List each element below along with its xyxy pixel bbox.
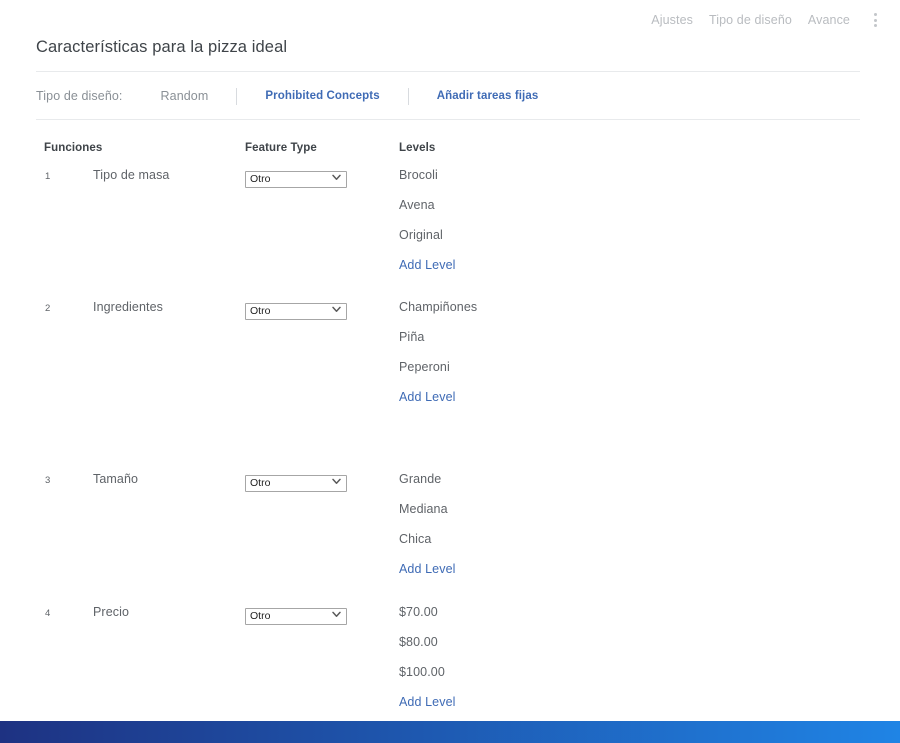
level-item: Champiñones [399,300,478,314]
table-row: 1 Tipo de masa Otro Brocoli Avena Original Add… [0,168,900,288]
kebab-dot [873,13,877,17]
prohibited-concepts-button[interactable]: Prohibited Concepts [265,90,379,102]
levels-list: Champiñones Piña Peperoni Add Level [399,300,477,420]
row-number: 2 [45,303,51,314]
levels-list: $70.00 $80.00 $100.00 Add Level [399,605,456,725]
level-item: $100.00 [399,665,445,679]
feature-type-select-wrapper: Otro [245,301,347,320]
topbar-link-avance[interactable]: Avance [808,13,850,27]
add-level-link[interactable]: Add Level [399,562,456,592]
row-number: 3 [45,475,51,486]
level-item: Brocoli [399,168,438,182]
top-utility-bar: Ajustes Tipo de diseño Avance [0,0,900,40]
feature-type-select[interactable]: Otro [245,171,347,188]
feature-name: Ingredientes [93,300,163,314]
table-row: 2 Ingredientes Otro Champiñones Piña Peperoni… [0,300,900,420]
bottom-accent-bar [0,721,900,743]
feature-name: Tipo de masa [93,168,170,182]
design-type-value[interactable]: Random [161,89,209,103]
row-number: 4 [45,608,51,619]
level-item: Grande [399,472,442,486]
level-item: Piña [399,330,425,344]
feature-name: Precio [93,605,130,619]
topbar-link-tipo-de-diseno[interactable]: Tipo de diseño [709,13,792,27]
design-toolbar: Tipo de diseño: Random Prohibited Concep… [36,86,538,106]
divider-bottom [36,119,860,120]
feature-type-select-wrapper: Otro [245,169,347,188]
table-row: 4 Precio Otro $70.00 $80.00 $100.00 Add Level [0,605,900,725]
design-type-label: Tipo de diseño: [36,89,123,103]
add-fixed-tasks-button[interactable]: Añadir tareas fijas [437,90,539,102]
level-item: Chica [399,532,432,546]
kebab-menu-icon[interactable] [868,11,882,29]
level-item: Peperoni [399,360,450,374]
level-item: $80.00 [399,635,438,649]
kebab-dot [873,23,877,27]
column-header-functions: Funciones [44,142,103,154]
row-number: 1 [45,171,51,182]
feature-type-select-wrapper: Otro [245,606,347,625]
level-item: Original [399,228,443,242]
level-item: $70.00 [399,605,438,619]
add-level-link[interactable]: Add Level [399,258,456,288]
divider-top [36,71,860,72]
levels-list: Grande Mediana Chica Add Level [399,472,456,592]
toolbar-separator [407,87,409,105]
column-header-levels: Levels [399,142,436,154]
levels-list: Brocoli Avena Original Add Level [399,168,456,288]
feature-type-select-wrapper: Otro [245,473,347,492]
table-row: 3 Tamaño Otro Grande Mediana Chica Add Level [0,472,900,592]
add-level-link[interactable]: Add Level [399,390,477,420]
feature-type-select[interactable]: Otro [245,475,347,492]
table-column-headers: Funciones Feature Type Levels [0,142,900,158]
feature-type-select[interactable]: Otro [245,608,347,625]
level-item: Avena [399,198,435,212]
toolbar-separator [236,87,238,105]
kebab-dot [873,18,877,22]
page-title: Características para la pizza ideal [36,38,288,56]
column-header-feature-type: Feature Type [245,142,317,154]
level-item: Mediana [399,502,448,516]
topbar-link-ajustes[interactable]: Ajustes [651,13,693,27]
feature-type-select[interactable]: Otro [245,303,347,320]
feature-name: Tamaño [93,472,139,486]
